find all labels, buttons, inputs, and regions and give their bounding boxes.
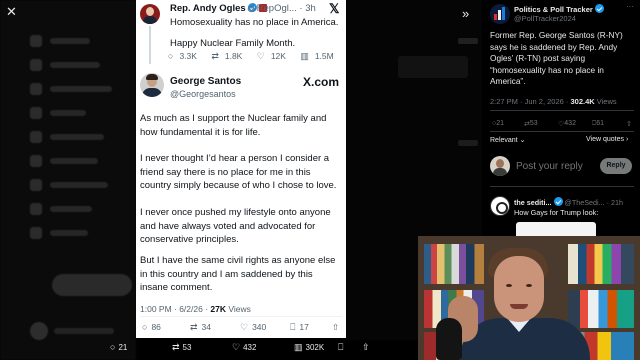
- x-logo-icon: 𝕏: [329, 1, 340, 16]
- panel-repost-button[interactable]: ⇄ 53: [524, 120, 538, 128]
- quoted-author-handle: @RepOgl... · 3h: [247, 3, 316, 14]
- like-stat[interactable]: ♡ 340: [240, 322, 266, 333]
- panel-author-handle: @PollTracker2024: [514, 14, 576, 23]
- thread-line: [149, 26, 151, 64]
- quoted-stats: ○ 3.3K ⇄ 1.8K ♡ 12K ▥ 1.5M: [168, 51, 346, 63]
- tweet-views-count: 27K: [210, 304, 227, 314]
- panel-author-name: Politics & Poll Tracker: [514, 5, 593, 14]
- panel-like-button[interactable]: ♡ 432: [558, 120, 576, 128]
- reply-author-avatar[interactable]: [490, 196, 510, 216]
- ogles-avatar[interactable]: [140, 4, 160, 24]
- divider: [490, 186, 634, 187]
- repost-stat[interactable]: ⇄ 34: [190, 322, 211, 333]
- nav-placeholder: [30, 178, 120, 192]
- tweet-paragraph-4: But I have the same civil rights as anyo…: [140, 255, 336, 294]
- reply-input[interactable]: [516, 158, 596, 174]
- viewer-repost-button[interactable]: ⇄ 53: [172, 342, 191, 353]
- streamer-mouth: [510, 304, 528, 309]
- reply-stat[interactable]: ○ 86: [142, 322, 161, 332]
- bookmark-stat[interactable]: ⎕ 17: [290, 322, 309, 333]
- x-brand-logo: X.com: [303, 75, 340, 89]
- view-quotes-link[interactable]: View quotes ›: [586, 136, 628, 143]
- viewer-views-button[interactable]: ▥ 302K: [294, 342, 324, 353]
- nav-placeholder: [30, 130, 120, 144]
- reply-icon: ○: [142, 322, 148, 332]
- verified-icon: [553, 197, 563, 206]
- nav-placeholder: [30, 34, 120, 48]
- nav-placeholder: [30, 202, 120, 216]
- divider: [490, 131, 634, 132]
- views-icon: ▥: [300, 51, 309, 61]
- verified-icon: [594, 4, 604, 13]
- share-icon: ⇧: [362, 342, 370, 352]
- tweet-paragraph-3: I never once pushed my lifestyle onto an…: [140, 207, 331, 246]
- tweet-card[interactable]: Rep. Andy Ogles @RepOgl... · 3h 𝕏 Homose…: [136, 0, 346, 338]
- nav-placeholder: [30, 82, 120, 96]
- reply-media[interactable]: [516, 222, 596, 236]
- nav-placeholder: [30, 226, 120, 240]
- share-icon[interactable]: ⇧: [332, 322, 339, 333]
- quoted-view-stat[interactable]: ▥ 1.5M: [300, 51, 339, 61]
- tweet-paragraph-1: As much as I support the Nuclear family …: [140, 113, 327, 138]
- reply-button[interactable]: Reply: [600, 158, 632, 174]
- repost-icon: ⇄: [190, 322, 198, 332]
- streamer-eye: [506, 284, 512, 287]
- background-sidebar: [0, 0, 136, 360]
- microphone: [436, 318, 462, 360]
- bookmark-icon: ⎕: [290, 322, 296, 332]
- like-icon: ♡: [232, 342, 241, 352]
- panel-bookmark-button[interactable]: ⎕ 61: [592, 120, 604, 128]
- panel-post-text: Former Rep. George Santos (R-NY) says he…: [490, 30, 623, 86]
- quoted-reply-stat[interactable]: ○ 3.3K: [168, 51, 203, 61]
- reply-icon: ○: [110, 342, 116, 352]
- collapse-panel-button[interactable]: »: [462, 6, 476, 21]
- bookmark-icon: ⎕: [338, 342, 344, 352]
- reply-author[interactable]: the sediti... @TheSedi... · 21h: [514, 197, 623, 207]
- panel-post-meta: 2:27 PM · Jun 2, 2026 · 302.4K Views: [490, 97, 617, 106]
- divider: [490, 110, 634, 111]
- divider: [140, 316, 342, 317]
- viewer-like-button[interactable]: ♡ 432: [232, 342, 256, 353]
- quoted-author-name: Rep. Andy Ogles: [170, 3, 246, 14]
- viewer-reply-button[interactable]: ○ 21: [110, 342, 127, 352]
- current-user-avatar: [490, 156, 510, 176]
- repost-icon: ⇄: [211, 51, 219, 61]
- tweet-author-handle: @Georgesantos: [170, 89, 236, 99]
- quoted-text-line2: Happy Nuclear Family Month.: [170, 38, 296, 49]
- repost-icon: ⇄: [172, 342, 180, 352]
- tweet-paragraph-2: I never thought I’d hear a person I cons…: [140, 153, 337, 192]
- close-viewer-button[interactable]: ✕: [6, 4, 22, 20]
- polltracker-avatar[interactable]: [490, 4, 510, 24]
- streamer-face: [494, 256, 544, 322]
- nav-placeholder: [30, 106, 120, 120]
- background-post-button: [52, 274, 132, 296]
- reply-icon: ○: [168, 51, 174, 61]
- quoted-text-line1: Homosexuality has no place in America.: [170, 17, 339, 28]
- viewer-bookmark-button[interactable]: ⎕: [338, 342, 346, 353]
- nav-placeholder: [30, 58, 120, 72]
- viewer-share-button[interactable]: ⇧: [362, 342, 373, 353]
- quoted-like-stat[interactable]: ♡ 12K: [257, 51, 292, 61]
- more-options-button[interactable]: ···: [626, 2, 634, 11]
- sort-replies-dropdown[interactable]: Relevant ⌄: [490, 136, 525, 144]
- like-icon: ♡: [240, 322, 249, 332]
- like-icon: ♡: [256, 51, 265, 61]
- share-icon[interactable]: ⇧: [626, 120, 632, 128]
- viewer-action-bar: ○ 21 ⇄ 53 ♡ 432 ▥ 302K ⎕ ⇧: [100, 338, 390, 360]
- tweet-author-name[interactable]: George Santos: [170, 76, 241, 87]
- views-icon: ▥: [294, 342, 303, 352]
- quoted-repost-stat[interactable]: ⇄ 1.8K: [211, 51, 248, 61]
- santos-avatar[interactable]: [140, 73, 164, 97]
- reply-text: How Gays for Trump look:: [514, 208, 599, 217]
- nav-placeholder: [30, 154, 120, 168]
- panel-author[interactable]: Politics & Poll Tracker: [514, 4, 604, 14]
- panel-reply-button[interactable]: ○ 21: [492, 120, 504, 127]
- streamer-eye: [526, 284, 532, 287]
- tweet-meta: 1:00 PM · 6/2/26 · 27K Views: [140, 304, 251, 314]
